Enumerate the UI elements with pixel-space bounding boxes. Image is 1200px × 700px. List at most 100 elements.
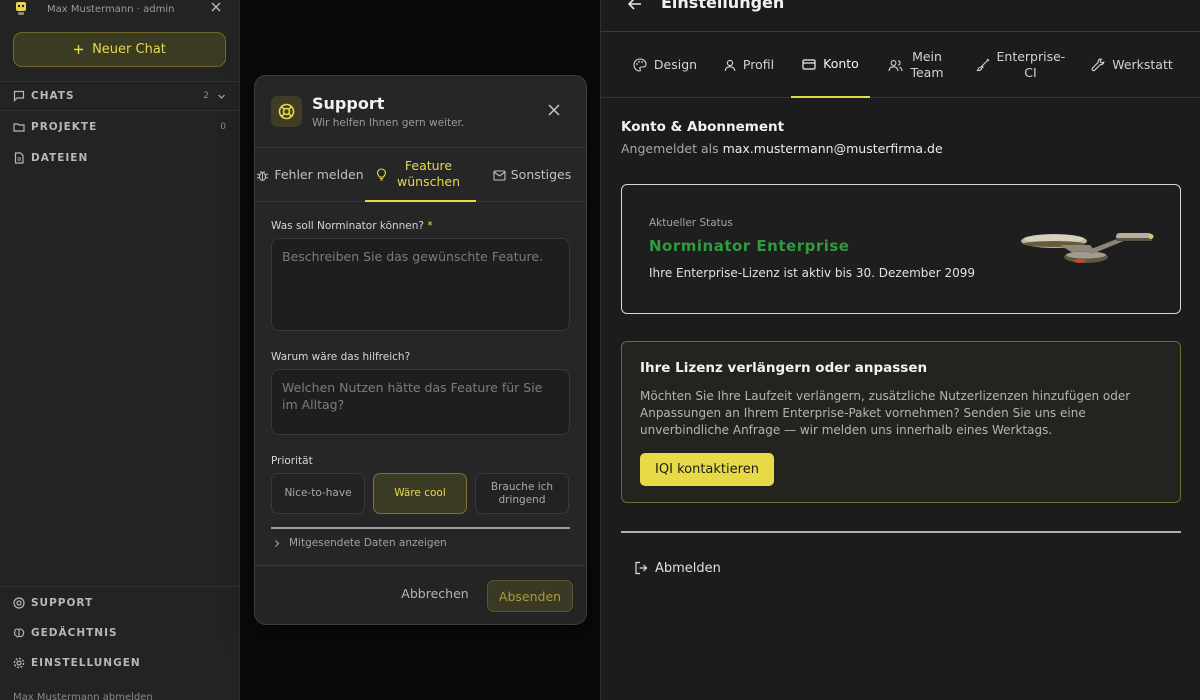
palette-icon [633, 58, 647, 72]
arrow-left-icon[interactable] [627, 0, 643, 11]
cancel-button[interactable]: Abbrechen [400, 586, 470, 601]
sidebar-item-support[interactable]: SUPPORT [13, 593, 226, 613]
new-chat-label: Neuer Chat [92, 42, 166, 57]
license-card: Ihre Lizenz verlängern oder anpassen Möc… [621, 341, 1181, 503]
feature-field-label: Was soll Norminator können? * [271, 220, 433, 232]
lifebuoy-icon [13, 597, 25, 609]
license-card-title: Ihre Lizenz verlängern oder anpassen [640, 360, 928, 376]
settings-panel: Einstellungen Design Profil Konto Mein T… [600, 0, 1200, 700]
account-email: max.mustermann@musterfirma.de [722, 141, 943, 156]
tab-label: Design [653, 57, 698, 72]
tab-label: Mein Team [910, 49, 944, 80]
status-label: Aktueller Status [649, 217, 733, 229]
folder-icon [13, 121, 25, 133]
sidebar-divider [0, 586, 239, 587]
sidebar-item-label: CHATS [31, 90, 75, 102]
sidebar-close-icon[interactable] [210, 1, 226, 17]
required-mark: * [427, 220, 433, 232]
tab-label: Feature wünschen [397, 158, 460, 189]
feature-field-label-text: Was soll Norminator können? [271, 220, 424, 232]
sidebar-item-gedaechtnis[interactable]: GEDÄCHTNIS [13, 623, 226, 643]
account-section-title: Konto & Abonnement [621, 119, 785, 135]
mail-icon [493, 169, 506, 181]
tab-label: Werkstatt [1112, 57, 1173, 72]
sidebar-item-label: EINSTELLUNGEN [31, 657, 141, 669]
brain-icon [13, 627, 25, 639]
feature-description-input[interactable]: Beschreiben Sie das gewünschte Feature. [271, 238, 570, 331]
support-modal: Support Wir helfen Ihnen gern weiter. Fe… [254, 75, 587, 625]
license-validity-prefix: Ihre Enterprise-Lizenz ist aktiv bis [649, 266, 853, 280]
new-chat-button[interactable]: Neuer Chat [13, 32, 226, 67]
modal-divider [271, 527, 570, 529]
priority-option-waere-cool[interactable]: Wäre cool [373, 473, 467, 514]
tab-feature-wuenschen[interactable]: Feature wünschen [365, 148, 476, 202]
sidebar-item-chats[interactable]: CHATS 2 [13, 86, 226, 106]
paintbrush-icon [975, 58, 990, 72]
lifebuoy-icon [271, 96, 302, 127]
sidebar-divider [0, 110, 239, 111]
plan-name: Norminator Enterprise [649, 237, 850, 255]
support-modal-title: Support [312, 94, 385, 113]
logout-label: Abmelden [655, 560, 721, 576]
settings-divider [621, 531, 1181, 533]
project-count: 0 [220, 122, 226, 132]
plus-icon [73, 44, 84, 55]
tab-sonstiges[interactable]: Sonstiges [476, 148, 586, 202]
sidebar-username: Max Mustermann · admin [47, 3, 175, 15]
sidebar-item-label: PROJEKTE [31, 121, 98, 133]
logout-button[interactable]: Abmelden [634, 558, 721, 578]
support-modal-subtitle: Wir helfen Ihnen gern weiter. [312, 117, 465, 129]
priority-option-dringend[interactable]: Brauche ich dringend [475, 473, 569, 514]
sidebar-user: Max Mustermann · admin [14, 0, 226, 20]
sidebar: Max Mustermann · admin Neuer Chat CHATS … [0, 0, 240, 700]
close-icon[interactable] [547, 103, 561, 117]
tab-fehler-melden[interactable]: Fehler melden [255, 148, 365, 202]
license-validity: Ihre Enterprise-Lizenz ist aktiv bis 30.… [649, 266, 975, 280]
tab-enterprise-ci[interactable]: Enterprise-CI [967, 32, 1073, 98]
sidebar-item-label: SUPPORT [31, 597, 94, 609]
submit-button[interactable]: Absenden [487, 580, 573, 612]
tab-mein-team[interactable]: Mein Team [877, 32, 955, 98]
sent-data-toggle[interactable]: Mitgesendete Daten anzeigen [273, 535, 447, 551]
sent-data-label: Mitgesendete Daten anzeigen [289, 537, 447, 549]
user-icon [724, 59, 736, 72]
tab-design[interactable]: Design [623, 32, 707, 98]
support-tabs: Fehler melden Feature wünschen Sonstiges [255, 148, 586, 202]
tab-konto[interactable]: Konto [791, 32, 870, 98]
support-modal-footer: Abbrechen Absenden [255, 565, 586, 624]
robot-logo-icon [14, 0, 38, 20]
chat-bubble-icon [13, 90, 25, 102]
tab-label: Konto [823, 56, 859, 71]
chat-count: 2 [203, 91, 209, 101]
priority-option-nice-to-have[interactable]: Nice-to-have [271, 473, 365, 514]
sidebar-item-einstellungen[interactable]: EINSTELLUNGEN [13, 653, 226, 673]
tab-label: Profil [742, 57, 775, 72]
priority-label: Priorität [271, 455, 313, 467]
logged-in-prefix: Angemeldet als [621, 141, 719, 156]
file-icon [13, 152, 25, 164]
chevron-down-icon[interactable] [217, 92, 226, 101]
settings-tabs: Design Profil Konto Mein Team Enterprise… [601, 32, 1200, 98]
sidebar-logout-link[interactable]: Max Mustermann abmelden [13, 692, 153, 700]
tab-label: Enterprise-CI [996, 49, 1066, 80]
tab-profil[interactable]: Profil [713, 32, 785, 98]
settings-header: Einstellungen [601, 0, 1200, 32]
sidebar-item-projekte[interactable]: PROJEKTE 0 [13, 117, 226, 137]
sidebar-item-label: GEDÄCHTNIS [31, 627, 118, 639]
sidebar-item-label: DATEIEN [31, 152, 89, 164]
benefit-description-input[interactable]: Welchen Nutzen hätte das Feature für Sie… [271, 369, 570, 435]
sidebar-item-dateien[interactable]: DATEIEN [13, 148, 226, 168]
tab-label: Sonstiges [510, 167, 572, 182]
chevron-right-icon [273, 539, 281, 548]
license-card-text: Möchten Sie Ihre Laufzeit verlängern, zu… [640, 389, 1131, 437]
logout-icon [634, 561, 648, 575]
wrench-icon [1091, 58, 1105, 72]
benefit-field-label: Warum wäre das hilfreich? [271, 351, 411, 363]
contact-iqi-button[interactable]: IQI kontaktieren [640, 453, 774, 486]
tab-werkstatt[interactable]: Werkstatt [1083, 32, 1181, 98]
gear-icon [13, 657, 25, 669]
lightbulb-icon [376, 167, 387, 181]
license-valid-until: 30. Dezember 2099 [855, 266, 976, 280]
starship-illustration [1020, 221, 1158, 273]
tab-label: Fehler melden [274, 167, 364, 182]
